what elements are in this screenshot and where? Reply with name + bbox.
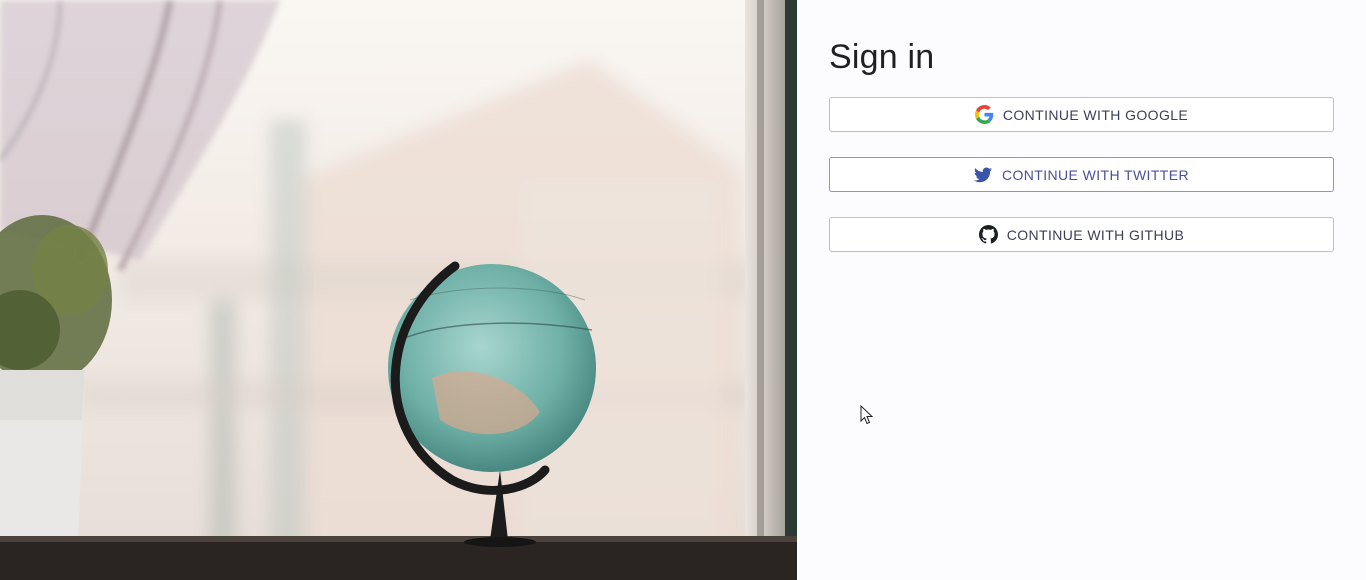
twitter-bird-icon [974,165,993,184]
twitter-button-label: CONTINUE WITH TWITTER [1001,166,1189,183]
github-octocat-icon [978,225,998,244]
google-button-label: CONTINUE WITH GOOGLE [1002,106,1189,123]
page-title: Sign in [829,38,935,76]
mouse-pointer-icon [860,404,874,425]
continue-with-twitter-button[interactable]: CONTINUE WITH TWITTER [829,157,1334,192]
hero-photo [0,0,797,580]
globe-window-photo [0,0,797,580]
continue-with-github-button[interactable]: CONTINUE WITH GITHUB [829,217,1334,252]
sign-in-panel: Sign in CONTINUE WITH GOOGLE CONTINUE WI… [797,0,1366,580]
github-button-label: CONTINUE WITH GITHUB [1006,226,1185,243]
google-logo-icon [974,105,994,124]
continue-with-google-button[interactable]: CONTINUE WITH GOOGLE [829,97,1334,132]
sign-in-page: Sign in CONTINUE WITH GOOGLE CONTINUE WI… [0,0,1366,580]
